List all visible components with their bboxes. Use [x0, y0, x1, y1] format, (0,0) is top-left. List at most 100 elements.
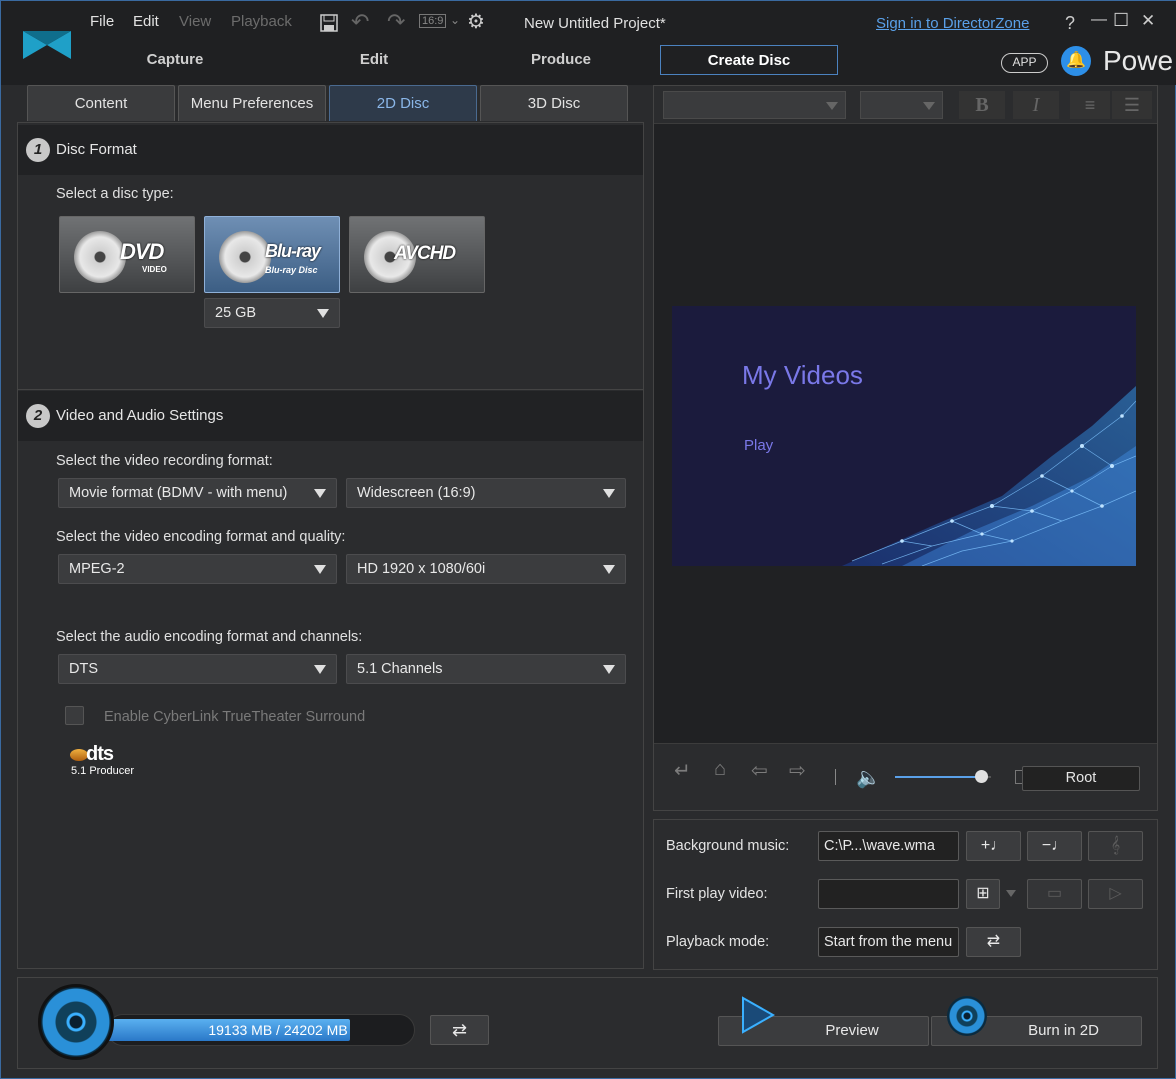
menu-level-indicator: Root [1022, 766, 1140, 791]
chevron-down-icon[interactable]: ⌄ [450, 13, 460, 27]
switch-disc-size-button[interactable]: ⇄ [430, 1015, 489, 1045]
bold-icon[interactable]: B [959, 91, 1005, 119]
chevron-down-icon [603, 665, 615, 674]
notification-bell-icon[interactable]: 🔔 [1061, 46, 1091, 76]
disc-type-name: Blu-ray [265, 241, 321, 261]
chevron-down-icon [314, 489, 326, 498]
aspect-ratio-select[interactable]: Widescreen (16:9) [346, 478, 626, 508]
section-title: Disc Format [56, 141, 137, 158]
selected-value: HD 1920 x 1080/60i [357, 561, 486, 577]
recording-format-label: Select the video recording format: [56, 453, 273, 469]
volume-slider[interactable] [895, 770, 991, 783]
mode-tab-edit[interactable]: Edit [285, 45, 463, 75]
menu-title[interactable]: My Videos [742, 360, 863, 391]
chevron-down-icon [317, 309, 329, 318]
first-play-field[interactable] [818, 879, 959, 909]
save-icon[interactable] [319, 13, 339, 33]
truetheater-checkbox[interactable] [65, 706, 84, 725]
menu-view[interactable]: View [179, 13, 211, 30]
align-left-icon[interactable]: ≡ [1070, 91, 1110, 119]
disc-capacity-select[interactable]: 25 GB [204, 298, 340, 328]
mode-tab-produce[interactable]: Produce [472, 45, 650, 75]
selected-value: Movie format (BDMV - with menu) [69, 485, 288, 501]
remove-first-play-button[interactable]: ▭ [1027, 879, 1082, 909]
play-first-play-button[interactable]: ▷ [1088, 879, 1143, 909]
redo-icon[interactable]: ↷ [387, 9, 405, 35]
text-format-toolbar: B I ≡ ☰ [654, 86, 1157, 124]
music-settings-button[interactable]: 𝄞 [1088, 831, 1143, 861]
close-icon[interactable]: ✕ [1141, 11, 1155, 31]
menu-file[interactable]: File [90, 13, 114, 30]
quality-select[interactable]: HD 1920 x 1080/60i [346, 554, 626, 584]
home-icon[interactable]: ⌂ [714, 758, 726, 781]
preview-label: Preview [825, 1022, 879, 1039]
avchd-disc-button[interactable]: AVCHD [349, 216, 485, 293]
font-size-select[interactable] [860, 91, 943, 119]
chevron-down-icon [603, 489, 615, 498]
disc-format-header: 1 Disc Format [18, 125, 643, 175]
chevron-down-icon [314, 665, 326, 674]
first-play-label: First play video: [666, 886, 768, 902]
disc-type-label: Select a disc type: [56, 186, 174, 202]
add-music-button[interactable]: +♩ [966, 831, 1021, 861]
selected-value: MPEG-2 [69, 561, 125, 577]
font-family-select[interactable] [663, 91, 846, 119]
section-title: Video and Audio Settings [56, 407, 224, 424]
disc-settings-panel: 1 Disc Format Select a disc type: DVD VI… [17, 122, 644, 969]
burn-status-bar: 19133 MB / 24202 MB ⇄ Preview Burn in 2D [17, 977, 1158, 1069]
align-justify-icon[interactable]: ☰ [1112, 91, 1152, 119]
add-first-play-button[interactable]: ⊞ [966, 879, 1000, 909]
sign-in-link[interactable]: Sign in to DirectorZone [876, 15, 1029, 32]
volume-icon[interactable]: 🔈 [856, 765, 881, 790]
minimize-icon[interactable]: — [1091, 11, 1107, 29]
dvd-disc-button[interactable]: DVD VIDEO [59, 216, 195, 293]
menu-preview-panel: B I ≡ ☰ My Videos Play ↵ ⌂ ⇦ ⇨ 🔈 Root [653, 85, 1158, 811]
background-music-field[interactable]: C:\P...\wave.wma [818, 831, 959, 861]
selected-value: Widescreen (16:9) [357, 485, 476, 501]
chevron-down-icon [314, 565, 326, 574]
step-number: 1 [26, 138, 50, 162]
audio-format-label: Select the audio encoding format and cha… [56, 629, 363, 645]
tab-2d-disc[interactable]: 2D Disc [329, 85, 477, 121]
aspect-ratio-icon[interactable]: 16:9 [419, 14, 447, 28]
playback-mode-label: Playback mode: [666, 934, 770, 950]
divider [18, 389, 643, 390]
encoding-format-select[interactable]: MPEG-2 [58, 554, 337, 584]
tab-content[interactable]: Content [27, 85, 175, 121]
gear-icon[interactable]: ⚙ [467, 9, 485, 34]
return-icon[interactable]: ↵ [674, 758, 691, 783]
chevron-down-icon[interactable] [1006, 890, 1016, 897]
mode-tab-capture[interactable]: Capture [86, 45, 264, 75]
menu-play-button[interactable]: Play [744, 437, 773, 454]
undo-icon[interactable]: ↶ [351, 9, 369, 35]
mode-tab-create-disc[interactable]: Create Disc [660, 45, 838, 75]
project-title: New Untitled Project* [524, 15, 666, 32]
audio-channels-select[interactable]: 5.1 Channels [346, 654, 626, 684]
disc-type-name: DVD [120, 239, 164, 264]
chevron-down-icon [923, 102, 935, 110]
dts-logo: dts 5.1 Producer [70, 743, 140, 781]
bluray-disc-button[interactable]: Blu-ray Blu-ray Disc [204, 216, 340, 293]
disc-icon [219, 231, 271, 283]
dts-logo-text: dts [86, 743, 114, 765]
italic-icon[interactable]: I [1013, 91, 1059, 119]
step-number: 2 [26, 404, 50, 428]
menu-edit[interactable]: Edit [133, 13, 159, 30]
selected-value: 25 GB [215, 305, 257, 321]
dts-logo-sub: 5.1 Producer [71, 765, 134, 777]
previous-page-icon[interactable]: ⇦ [751, 758, 768, 783]
app-logo [23, 31, 71, 59]
tab-3d-disc[interactable]: 3D Disc [480, 85, 628, 121]
recording-format-select[interactable]: Movie format (BDMV - with menu) [58, 478, 337, 508]
app-badge[interactable]: APP [1001, 53, 1048, 73]
playback-mode-button[interactable]: ⇄ [966, 927, 1021, 957]
tab-menu-preferences[interactable]: Menu Preferences [178, 85, 326, 121]
remove-music-button[interactable]: −♩ [1027, 831, 1082, 861]
audio-format-select[interactable]: DTS [58, 654, 337, 684]
menu-playback[interactable]: Playback [231, 13, 292, 30]
next-page-icon[interactable]: ⇨ [789, 758, 806, 783]
title-bar: File Edit View Playback ↶ ↷ 16:9 ⌄ ⚙ New… [1, 1, 1176, 85]
playback-mode-field[interactable]: Start from the menu [818, 927, 959, 957]
help-icon[interactable]: ? [1065, 13, 1075, 34]
maximize-icon[interactable]: ☐ [1113, 10, 1129, 31]
